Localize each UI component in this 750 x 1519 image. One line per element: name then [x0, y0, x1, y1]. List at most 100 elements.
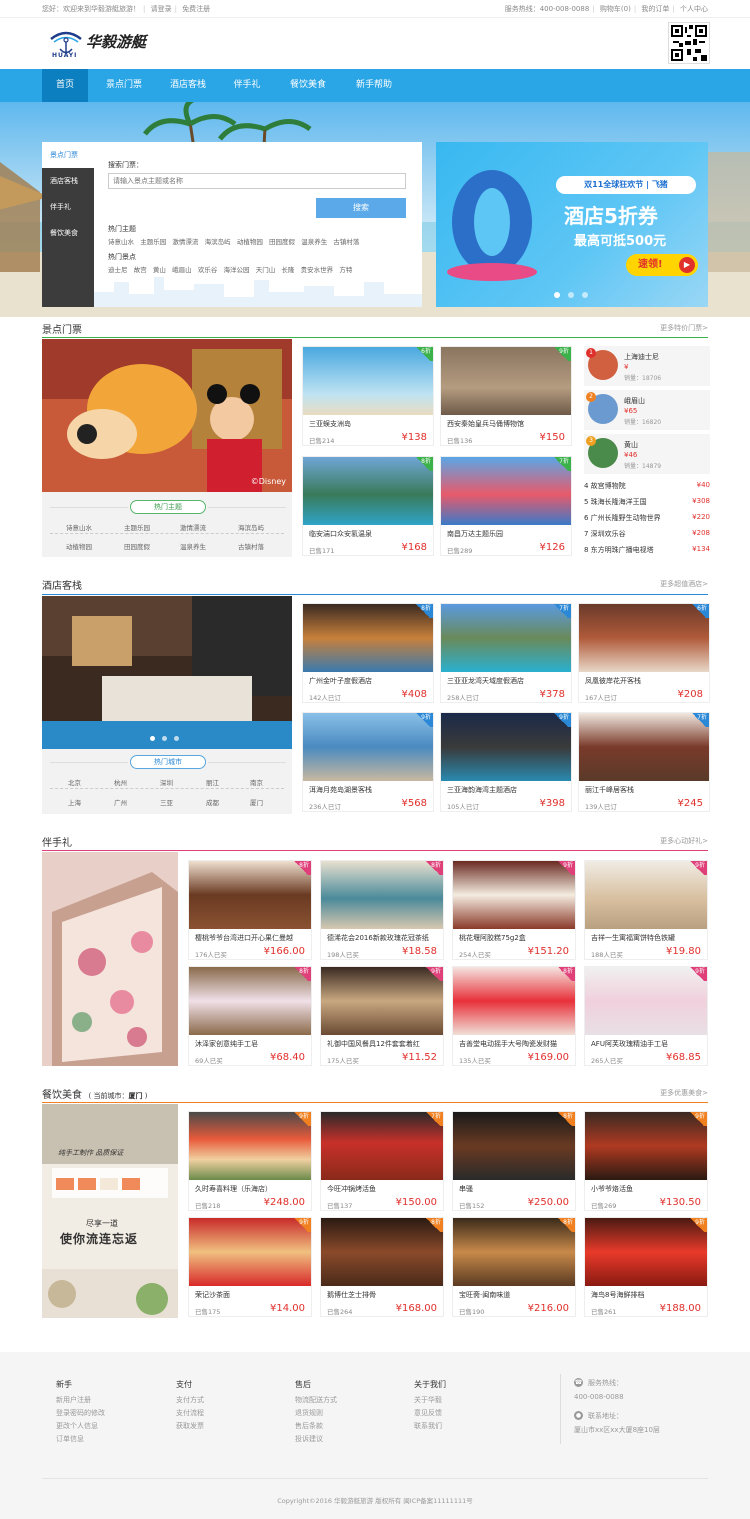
disney-feature-image[interactable]	[42, 339, 292, 492]
gifts-more-link[interactable]: 更多心动好礼>	[660, 836, 708, 846]
hot-city-button[interactable]: 热门城市	[130, 755, 206, 769]
footer-link[interactable]: 获取发票	[176, 1420, 204, 1433]
ticket-card[interactable]: 7折 南昌万达主题乐园 已售289 ¥126	[440, 456, 572, 556]
food-more-link[interactable]: 更多优惠美食>	[660, 1088, 708, 1098]
footer-link[interactable]: 关于华毅	[414, 1394, 446, 1407]
carousel-dot[interactable]	[150, 736, 155, 741]
theme-link[interactable]: 温泉养生	[301, 238, 327, 246]
hotels-more-link[interactable]: 更多超值酒店>	[660, 579, 708, 589]
hotel-room-image[interactable]	[42, 596, 292, 749]
carousel-dot[interactable]	[568, 292, 574, 298]
food-card[interactable]: 9折 荣记沙茶面 已售175 ¥14.00	[188, 1217, 312, 1317]
carousel-dot[interactable]	[174, 736, 179, 741]
theme-link[interactable]: 动植物园	[237, 238, 263, 246]
gift-card[interactable]: 8折 樱桃爷爷台湾进口开心果仁曼越 176人已买 ¥166.00	[188, 860, 312, 960]
footer-link[interactable]: 更改个人信息	[56, 1420, 105, 1433]
register-link[interactable]: 免费注册	[182, 5, 210, 13]
food-card[interactable]: 9折 小爷爷烙活鱼 已售269 ¥130.50	[584, 1111, 708, 1211]
theme-tag[interactable]: 古镇村落	[238, 541, 264, 551]
city-tag[interactable]: 上海	[68, 797, 81, 807]
rank-item[interactable]: 7 深圳欢乐谷 ¥208	[584, 529, 710, 539]
gift-card[interactable]: 9折 桃花堰阿胶糕75g2盒 254人已买 ¥151.20	[452, 860, 576, 960]
theme-link[interactable]: 海滨岛屿	[205, 238, 231, 246]
rank-item[interactable]: 4 故宫博物院 ¥40	[584, 481, 710, 491]
footer-link[interactable]: 新用户注册	[56, 1394, 105, 1407]
ticket-card[interactable]: 9折 西安秦始皇兵马俑博物馆 已售136 ¥150	[440, 346, 572, 446]
carousel-dot[interactable]	[554, 292, 560, 298]
footer-link[interactable]: 退货规则	[295, 1407, 337, 1420]
theme-tag[interactable]: 诗意山水	[66, 522, 92, 532]
footer-link[interactable]: 投诉建议	[295, 1433, 337, 1446]
gift-card[interactable]: 9折 AFU阿芙玫瑰精油手工皂 265人已买 ¥68.85	[584, 966, 708, 1066]
city-tag[interactable]: 成都	[206, 797, 219, 807]
current-city[interactable]: 厦门	[129, 1092, 143, 1100]
food-card[interactable]: 8折 鹅博仕芝士排骨 已售264 ¥168.00	[320, 1217, 444, 1317]
footer-link[interactable]: 联系我们	[414, 1420, 446, 1433]
carousel-dot[interactable]	[582, 292, 588, 298]
tickets-more-link[interactable]: 更多特价门票>	[660, 323, 708, 333]
hotel-card[interactable]: 9折 三亚海韵海湾主题酒店 105人已订 ¥398	[440, 712, 572, 812]
gift-card[interactable]: 8折 吉善堂电动摇手大号陶瓷发财猫 135人已买 ¥169.00	[452, 966, 576, 1066]
city-tag[interactable]: 三亚	[160, 797, 173, 807]
ticket-card[interactable]: 6折 三亚蜈支洲岛 已售214 ¥138	[302, 346, 434, 446]
city-tag[interactable]: 广州	[114, 797, 127, 807]
login-link[interactable]: 请登录	[151, 5, 172, 13]
city-tag[interactable]: 厦门	[250, 797, 263, 807]
menu-item-hotels[interactable]: 酒店客栈	[42, 168, 94, 194]
gift-card[interactable]: 9折 礼御中国风餐具12件套套着红 175人已买 ¥11.52	[320, 966, 444, 1066]
footer-link[interactable]: 支付流程	[176, 1407, 204, 1420]
user-center-link[interactable]: 个人中心	[680, 5, 708, 13]
nav-tickets[interactable]: 景点门票	[96, 69, 152, 102]
rank-item[interactable]: 6 广州长隆野生动物世界 ¥220	[584, 513, 710, 523]
nav-food[interactable]: 餐饮美食	[280, 69, 336, 102]
nav-help[interactable]: 新手帮助	[346, 69, 402, 102]
gift-card[interactable]: 8折 德浠花会2016新款玫瑰花冠茶纸 198人已买 ¥18.58	[320, 860, 444, 960]
city-tag[interactable]: 丽江	[206, 777, 219, 787]
orders-link[interactable]: 我的订单	[641, 5, 669, 13]
nav-home[interactable]: 首页	[42, 69, 88, 102]
theme-link[interactable]: 古镇村落	[333, 238, 359, 246]
footer-link[interactable]: 订单信息	[56, 1433, 105, 1446]
rank-item[interactable]: 5 珠海长隆海洋王国 ¥308	[584, 497, 710, 507]
food-feature-panel[interactable]: 纯手工制作 品质保证 尽享一道 使你流连忘返	[42, 1104, 178, 1318]
menu-item-food[interactable]: 餐饮美食	[42, 220, 94, 246]
theme-tag[interactable]: 温泉养生	[180, 541, 206, 551]
hotel-card[interactable]: 7折 三亚亚龙湾天域度假酒店 258人已订 ¥378	[440, 603, 572, 703]
city-tag[interactable]: 北京	[68, 777, 81, 787]
food-card[interactable]: 8折 串骚 已售152 ¥250.00	[452, 1111, 576, 1211]
menu-item-gifts[interactable]: 伴手礼	[42, 194, 94, 220]
carousel-dot[interactable]	[162, 736, 167, 741]
food-card[interactable]: 9折 久时寿喜料理（乐海店） 已售218 ¥248.00	[188, 1111, 312, 1211]
footer-link[interactable]: 售后条款	[295, 1420, 337, 1433]
theme-link[interactable]: 田园度假	[269, 238, 295, 246]
food-card[interactable]: 9折 海鸟8号海鲜排档 已售261 ¥188.00	[584, 1217, 708, 1317]
gift-card[interactable]: 8折 沐泽家创意纯手工皂 69人已买 ¥68.40	[188, 966, 312, 1066]
footer-link[interactable]: 支付方式	[176, 1394, 204, 1407]
hotel-card[interactable]: 9折 洱海月苑岛湖景客栈 236人已订 ¥568	[302, 712, 434, 812]
hotel-card[interactable]: 7折 丽江千峰居客栈 139人已订 ¥245	[578, 712, 710, 812]
theme-tag[interactable]: 动植物园	[66, 541, 92, 551]
search-input[interactable]	[108, 173, 406, 189]
rank-item-top[interactable]: 3 黄山 ¥46 销量：14879	[584, 434, 710, 474]
theme-tag[interactable]: 激情漂流	[180, 522, 206, 532]
promo-banner[interactable]: 双11全球狂欢节 | 飞猪 酒店5折券 最高可抵500元 速领! ▶	[436, 142, 708, 307]
food-card[interactable]: 8折 宝旺斋·闽南味道 已售190 ¥216.00	[452, 1217, 576, 1317]
nav-gifts[interactable]: 伴手礼	[224, 69, 270, 102]
footer-link[interactable]: 物流配送方式	[295, 1394, 337, 1407]
promo-cta-button[interactable]: 速领! ▶	[626, 254, 698, 276]
gift-feature-image[interactable]	[42, 852, 178, 1066]
footer-link[interactable]: 意见反馈	[414, 1407, 446, 1420]
hotel-card[interactable]: 6折 凤凰彼岸花开客栈 167人已订 ¥208	[578, 603, 710, 703]
menu-item-tickets[interactable]: 景点门票	[42, 142, 94, 168]
theme-link[interactable]: 诗意山水	[108, 238, 134, 246]
theme-tag[interactable]: 海滨岛屿	[238, 522, 264, 532]
ticket-card[interactable]: 8折 临安湍口众安氡温泉 已售171 ¥168	[302, 456, 434, 556]
theme-link[interactable]: 激情漂流	[172, 238, 198, 246]
rank-item[interactable]: 8 东方明珠广播电视塔 ¥134	[584, 545, 710, 555]
city-tag[interactable]: 深圳	[160, 777, 173, 787]
rank-item-top[interactable]: 2 峨眉山 ¥65 销量：16820	[584, 390, 710, 430]
theme-link[interactable]: 主题乐园	[140, 238, 166, 246]
logo[interactable]: HUAYI 华毅游艇	[48, 25, 168, 61]
cart-link[interactable]: 购物车(0)	[600, 5, 631, 13]
search-button[interactable]: 搜索	[316, 198, 406, 218]
